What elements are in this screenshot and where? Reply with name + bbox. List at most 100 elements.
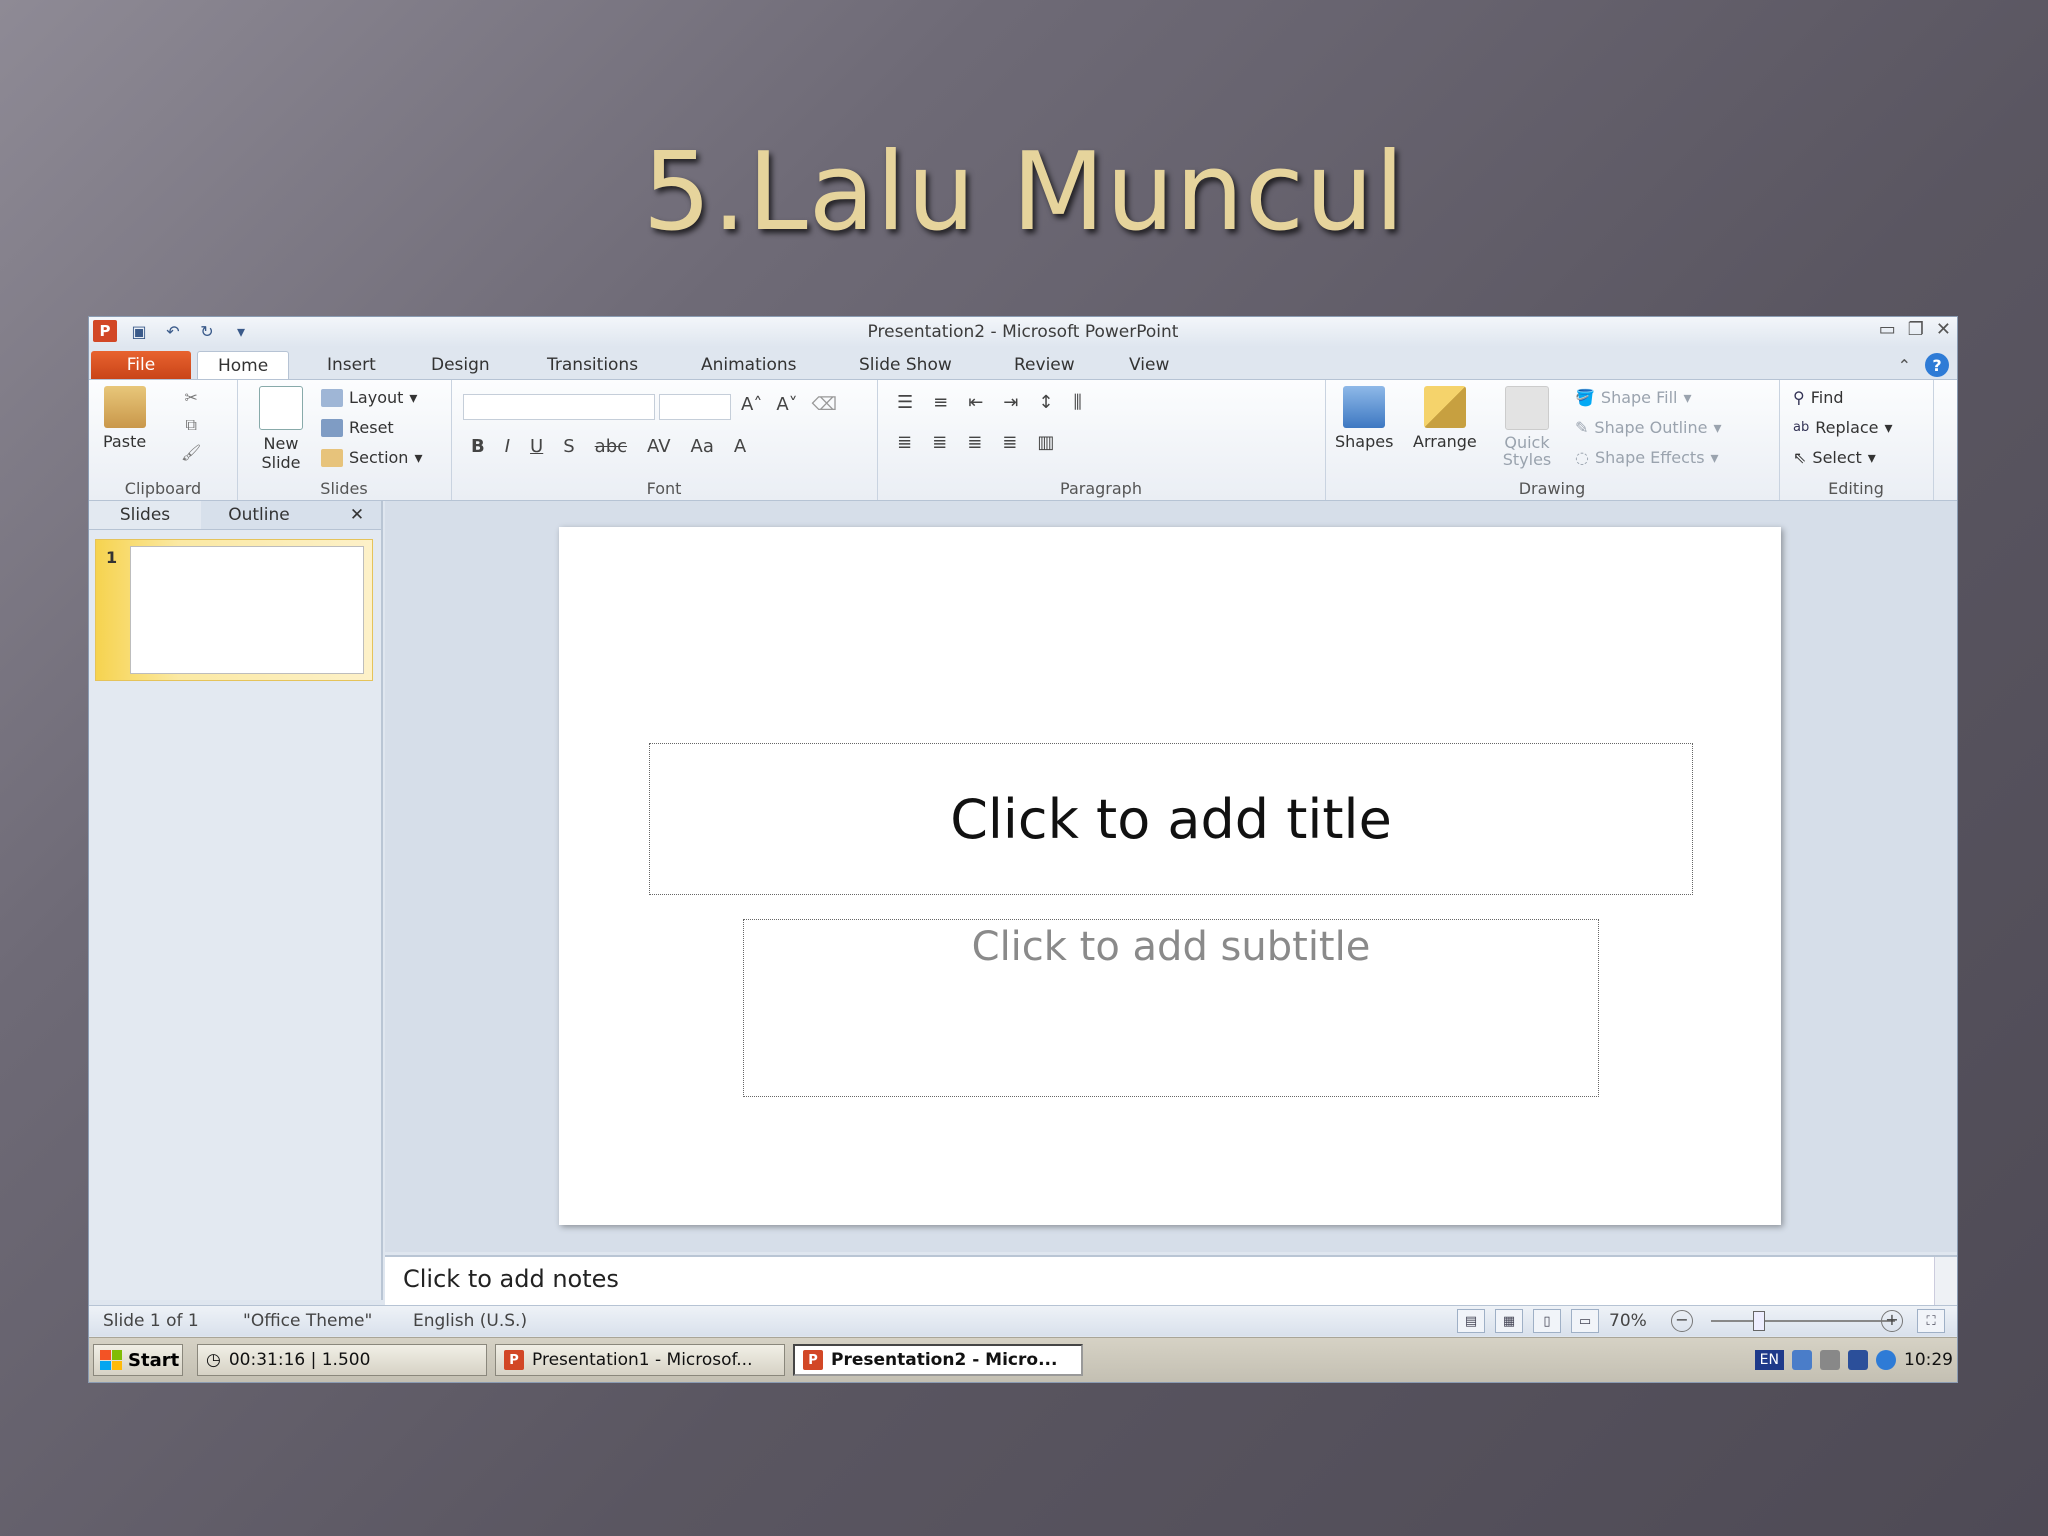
zoom-level[interactable]: 70% [1609,1311,1647,1331]
slide-thumbnail[interactable]: 1 [95,539,373,681]
slide-heading: 5.Lalu Muncul [642,130,1406,255]
start-button[interactable]: Start [93,1344,183,1376]
zoom-slider[interactable] [1711,1320,1895,1322]
reset-button[interactable]: Reset [321,418,394,437]
align-center-icon[interactable]: ≣ [932,432,947,453]
tab-transitions[interactable]: Transitions [547,351,638,379]
new-slide-button[interactable]: New Slide [247,386,315,472]
line-spacing-icon[interactable]: ↕ [1038,392,1053,413]
slides-label: Slides [320,479,368,498]
tab-insert[interactable]: Insert [327,351,376,379]
title-placeholder[interactable]: Click to add title [649,743,1693,895]
powerpoint-icon: P [803,1350,823,1370]
cut-icon[interactable]: ✂ [184,388,197,407]
format-painter-icon[interactable]: 🖌 [181,443,201,462]
language-indicator[interactable]: English (U.S.) [413,1311,527,1331]
normal-view-icon[interactable]: ▤ [1457,1309,1485,1333]
reading-view-icon[interactable]: ▯ [1533,1309,1561,1333]
theme-name[interactable]: "Office Theme" [243,1311,372,1331]
zoom-slider-handle[interactable] [1753,1311,1765,1331]
shrink-font-icon[interactable]: A˅ [776,394,797,415]
copy-icon[interactable]: ⧉ [185,415,196,435]
italic-button[interactable]: I [505,436,510,457]
subtitle-placeholder[interactable]: Click to add subtitle [743,919,1599,1097]
shapes-button[interactable]: Shapes [1335,386,1393,451]
slide-number: 1 [106,548,118,567]
minimize-ribbon-icon[interactable]: ⌃ [1898,356,1911,375]
arrange-button[interactable]: Arrange [1413,386,1477,451]
text-direction-icon[interactable]: ⫼ [1074,392,1082,413]
slide-sorter-icon[interactable]: ▦ [1495,1309,1523,1333]
taskbar-presentation2[interactable]: P Presentation2 - Micro... [793,1344,1083,1376]
shape-fill-button[interactable]: 🪣 Shape Fill ▾ [1575,388,1692,407]
taskbar: Start ◷ 00:31:16 | 1.500 P Presentation1… [89,1337,1957,1382]
layout-icon [321,388,343,407]
powerpoint-icon: P [504,1350,524,1370]
justify-icon[interactable]: ≣ [1002,432,1017,453]
columns-icon[interactable]: ▥ [1037,432,1054,453]
notes-placeholder[interactable]: Click to add notes [403,1265,619,1293]
bullets-icon[interactable]: ☰ [897,392,913,413]
close-icon[interactable]: ✕ [1936,319,1951,340]
security-icon[interactable] [1820,1350,1840,1370]
paste-button[interactable]: Paste [103,386,146,451]
font-size-combo[interactable] [659,394,731,420]
tab-file[interactable]: File [91,351,191,379]
numbering-icon[interactable]: ≡ [933,392,948,413]
tab-view[interactable]: View [1129,351,1169,379]
slide-counter: Slide 1 of 1 [103,1311,199,1331]
tab-review[interactable]: Review [1014,351,1075,379]
slideshow-view-icon[interactable]: ▭ [1571,1309,1599,1333]
minimize-icon[interactable]: ▭ [1879,319,1896,340]
slide-canvas[interactable]: Click to add title Click to add subtitle [559,527,1781,1225]
zoom-in-icon[interactable]: + [1881,1310,1903,1332]
title-bar: P ▣ ↶ ↻ ▾ Presentation2 - Microsoft Powe… [89,317,1957,347]
strikethrough-button[interactable]: abc [595,436,627,457]
shadow-button[interactable]: S [563,436,574,457]
tab-slides[interactable]: Slides [89,501,201,529]
zoom-out-icon[interactable]: − [1671,1310,1693,1332]
bold-button[interactable]: B [471,436,485,457]
slides-pane: Slides Outline ✕ 1 [89,501,383,1300]
language-tray[interactable]: EN [1754,1350,1784,1370]
network-icon[interactable] [1792,1350,1812,1370]
notes-pane[interactable]: Click to add notes [385,1255,1957,1305]
shapes-icon [1343,386,1386,428]
font-name-combo[interactable] [463,394,655,420]
find-button[interactable]: ⚲ Find [1793,388,1844,407]
font-color-button[interactable]: A [734,436,746,457]
tab-design[interactable]: Design [431,351,490,379]
align-left-icon[interactable]: ≣ [897,432,912,453]
quick-styles-button[interactable]: Quick Styles [1495,386,1559,468]
restore-icon[interactable]: ❐ [1908,319,1924,340]
close-pane-icon[interactable]: ✕ [339,501,375,529]
notes-scrollbar[interactable] [1934,1257,1957,1305]
change-case-button[interactable]: Aa [691,436,714,457]
display-icon[interactable] [1848,1350,1868,1370]
decrease-indent-icon[interactable]: ⇤ [968,392,983,413]
slides-group: New Slide Layout ▾ Reset Section ▾ Slides [237,380,452,500]
tab-home[interactable]: Home [197,351,290,380]
shape-outline-button[interactable]: ✎ Shape Outline ▾ [1575,418,1722,437]
replace-button[interactable]: ab Replace ▾ [1793,418,1893,437]
increase-indent-icon[interactable]: ⇥ [1003,392,1018,413]
tab-slide-show[interactable]: Slide Show [859,351,952,379]
info-icon[interactable] [1876,1350,1896,1370]
tab-animations[interactable]: Animations [701,351,797,379]
tab-outline[interactable]: Outline [203,501,315,529]
underline-button[interactable]: U [530,436,543,457]
select-button[interactable]: ⇖ Select ▾ [1793,448,1876,467]
taskbar-presentation1[interactable]: P Presentation1 - Microsof... [495,1344,785,1376]
help-icon[interactable]: ? [1925,353,1949,377]
shape-effects-button[interactable]: ◌ Shape Effects ▾ [1575,448,1719,467]
drawing-group: Shapes Arrange Quick Styles 🪣 Shape Fill ▾… [1325,380,1780,500]
char-spacing-button[interactable]: AV [647,436,670,457]
taskbar-clock: 10:29 [1904,1350,1953,1370]
section-button[interactable]: Section ▾ [321,448,422,467]
layout-button[interactable]: Layout ▾ [321,388,417,407]
align-right-icon[interactable]: ≣ [967,432,982,453]
fit-to-window-icon[interactable]: ⛶ [1917,1309,1945,1333]
clear-format-icon[interactable]: ⌫ [812,394,837,415]
taskbar-timer[interactable]: ◷ 00:31:16 | 1.500 [197,1344,487,1376]
grow-font-icon[interactable]: A˄ [741,394,762,415]
